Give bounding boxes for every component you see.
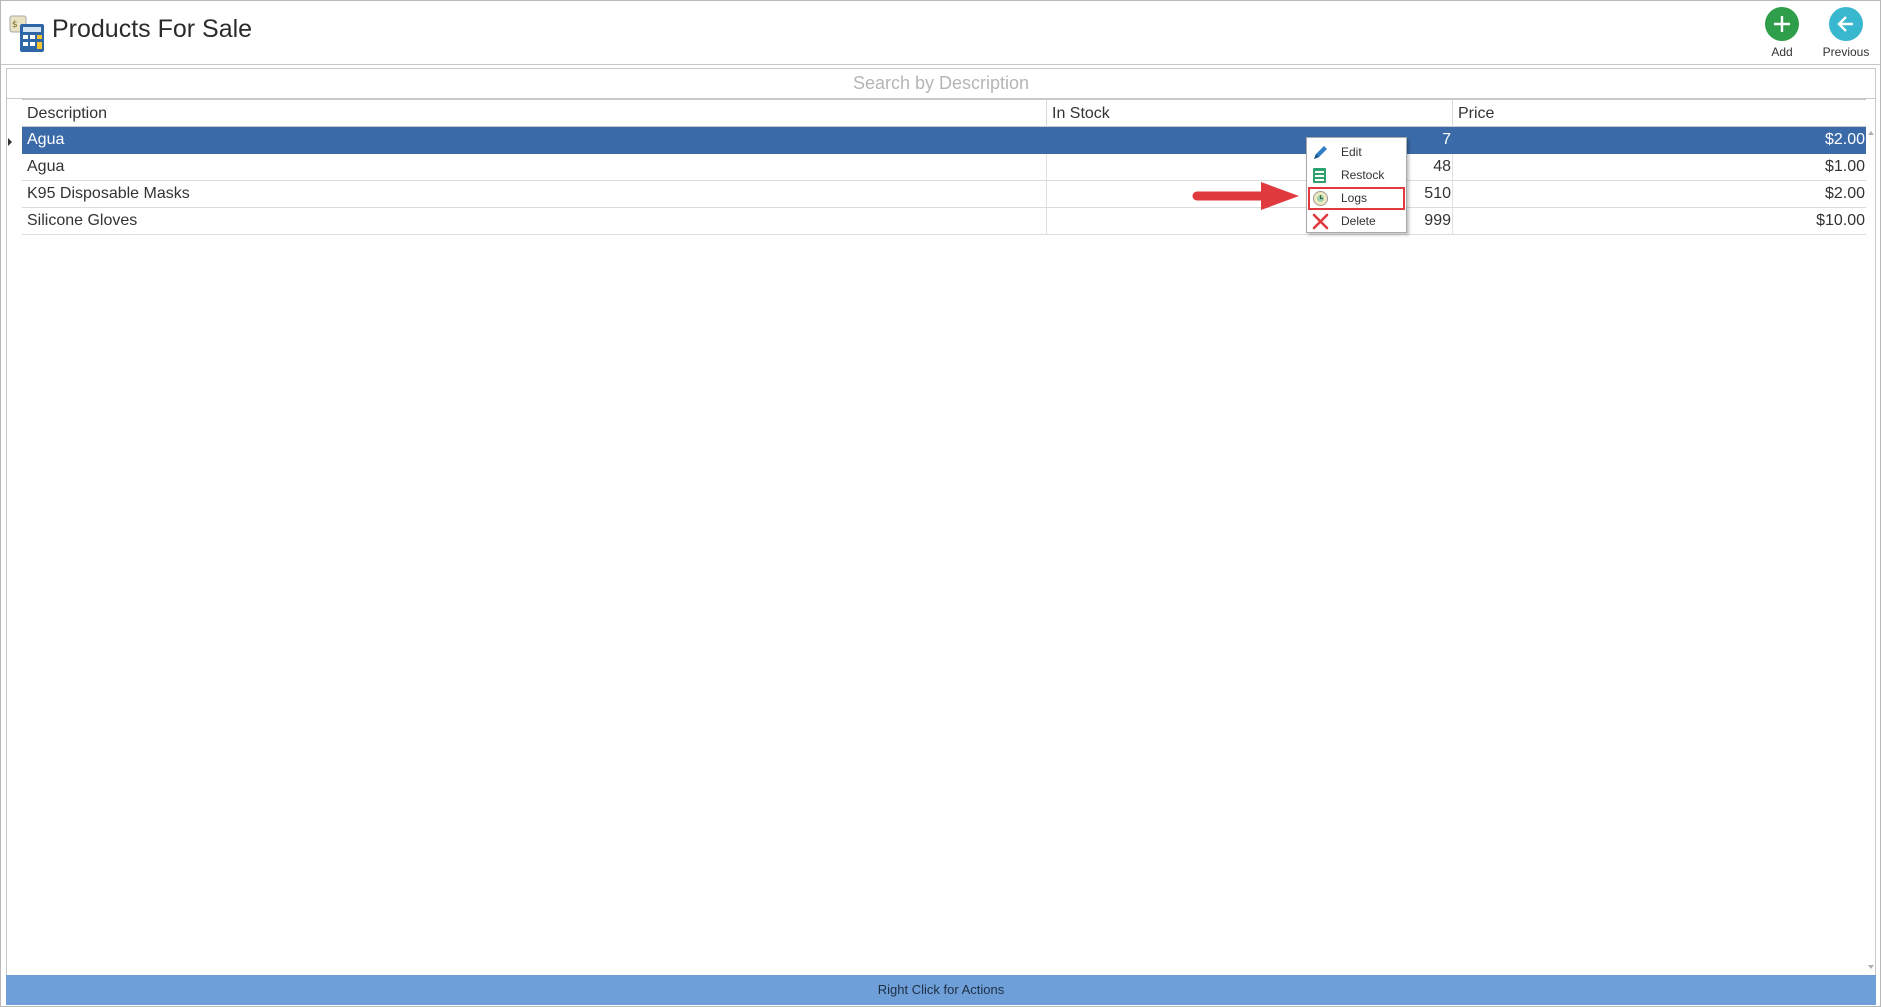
pencil-icon xyxy=(1314,146,1327,159)
scroll-up-icon[interactable] xyxy=(1868,131,1874,135)
header: $ Products For Sale Add Previous xyxy=(1,1,1880,65)
status-bar: Right Click for Actions xyxy=(6,975,1876,1005)
products-grid: Description In Stock Price Agua 7 $2.00 … xyxy=(6,99,1876,975)
table-row[interactable]: Agua 48 $1.00 xyxy=(22,154,1866,181)
cell-description: Agua xyxy=(22,154,1047,180)
menu-item-label: Delete xyxy=(1341,214,1376,228)
column-header-price[interactable]: Price xyxy=(1453,100,1866,127)
menu-item-label: Restock xyxy=(1341,168,1385,182)
menu-item-edit[interactable]: Edit xyxy=(1308,141,1405,164)
cell-price: $10.00 xyxy=(1816,212,1865,229)
current-row-indicator-icon xyxy=(8,138,12,146)
vertical-scrollbar[interactable] xyxy=(1866,127,1877,973)
cell-description: K95 Disposable Masks xyxy=(22,181,1047,207)
annotation-arrow-icon xyxy=(1192,182,1299,210)
restock-icon xyxy=(1313,168,1326,183)
cell-description: Silicone Gloves xyxy=(22,208,1047,234)
column-header-in-stock[interactable]: In Stock xyxy=(1047,100,1453,127)
calculator-app-icon: $ xyxy=(9,15,44,52)
cell-price: $2.00 xyxy=(1824,131,1865,148)
menu-item-label: Logs xyxy=(1341,191,1368,205)
table-row[interactable]: K95 Disposable Masks 510 $2.00 xyxy=(22,181,1866,208)
add-label: Add xyxy=(1771,45,1793,59)
column-header-description[interactable]: Description xyxy=(22,100,1047,127)
scroll-down-icon[interactable] xyxy=(1868,965,1874,969)
svg-text:$: $ xyxy=(12,20,18,30)
cell-price: $1.00 xyxy=(1824,158,1865,175)
back-arrow-icon xyxy=(1829,7,1863,41)
menu-item-delete[interactable]: Delete xyxy=(1308,210,1405,233)
grid-header: Description In Stock Price xyxy=(22,99,1866,127)
previous-button[interactable]: Previous xyxy=(1813,7,1879,61)
menu-item-logs[interactable]: Logs xyxy=(1308,187,1405,210)
table-row[interactable]: Agua 7 $2.00 xyxy=(22,127,1866,154)
context-menu: Edit Restock Logs Delete xyxy=(1306,137,1407,233)
delete-x-icon xyxy=(1312,213,1329,230)
search-bar xyxy=(6,68,1876,99)
page-title: Products For Sale xyxy=(52,15,253,43)
menu-item-label: Edit xyxy=(1341,145,1362,159)
cell-description: Agua xyxy=(22,127,1047,153)
add-icon xyxy=(1765,7,1799,41)
add-button[interactable]: Add xyxy=(1749,7,1815,61)
logs-icon xyxy=(1313,191,1328,206)
search-input[interactable] xyxy=(7,69,1875,98)
table-row[interactable]: Silicone Gloves 999 $10.00 xyxy=(22,208,1866,235)
previous-label: Previous xyxy=(1822,45,1870,59)
menu-item-restock[interactable]: Restock xyxy=(1308,164,1405,187)
app-window: $ Products For Sale Add Previous Search … xyxy=(0,0,1881,1007)
cell-price: $2.00 xyxy=(1824,185,1865,202)
